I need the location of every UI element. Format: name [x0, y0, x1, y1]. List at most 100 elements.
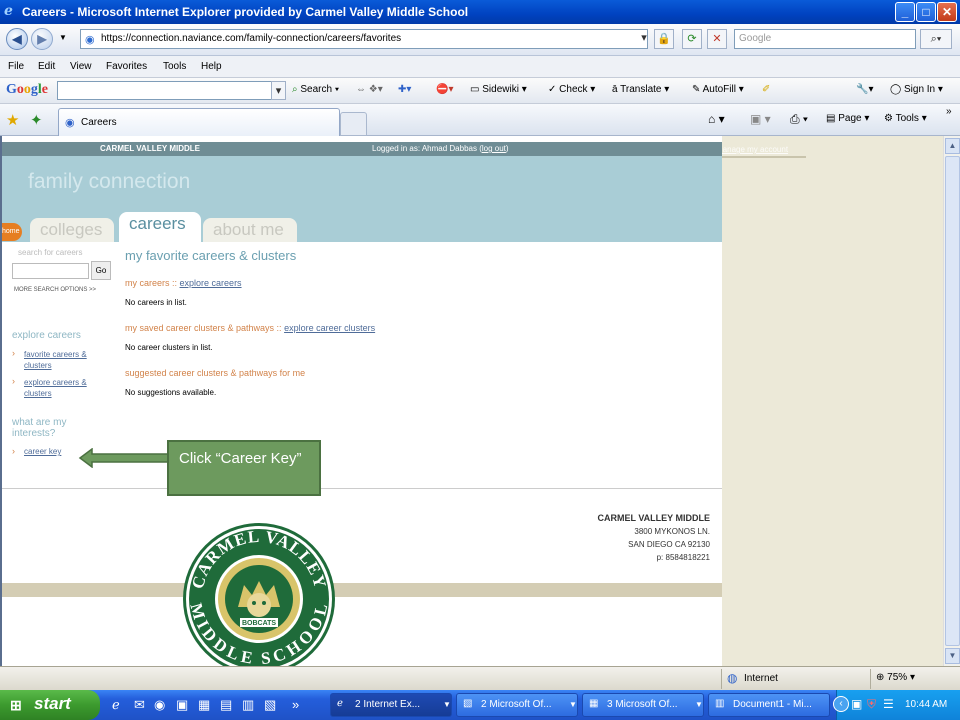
- menu-view[interactable]: View: [70, 61, 92, 72]
- task-microsoft-office-1[interactable]: 2 Microsoft Of... ▧ ▼: [456, 693, 578, 717]
- zoom-control[interactable]: ⊕ 75% ▾: [876, 672, 915, 683]
- refresh-button[interactable]: ⟳: [682, 29, 702, 49]
- menu-bar: File Edit View Favorites Tools Help: [0, 56, 960, 78]
- url-field[interactable]: ◉ https://connection.naviance.com/family…: [80, 29, 648, 49]
- quicklaunch-more-icon[interactable]: »: [292, 697, 299, 712]
- tray-network-icon[interactable]: ▣: [851, 697, 862, 711]
- tab-careers-page[interactable]: careers: [119, 212, 201, 244]
- divider: [870, 669, 871, 689]
- sidewiki-button[interactable]: ▭ Sidewiki ▾: [470, 84, 527, 95]
- menu-file[interactable]: File: [8, 61, 24, 72]
- task-internet-explorer[interactable]: 2 Internet Ex... ℯ ▼: [330, 693, 452, 717]
- back-button[interactable]: ◀: [6, 28, 28, 50]
- explore-careers-link[interactable]: explore careers: [180, 278, 242, 288]
- menu-help[interactable]: Help: [201, 61, 222, 72]
- start-button[interactable]: ⊞ start: [0, 690, 100, 720]
- maximize-button[interactable]: □: [916, 2, 936, 22]
- add-icon[interactable]: ✚▾: [398, 84, 411, 95]
- tab-careers[interactable]: ◉ Careers: [58, 108, 340, 136]
- home-tab[interactable]: home: [2, 223, 22, 241]
- tab-label: Careers: [81, 117, 117, 128]
- settings-wrench-icon[interactable]: 🔧▾: [856, 84, 873, 95]
- menu-tools[interactable]: Tools: [163, 61, 186, 72]
- translate-button[interactable]: ā Translate ▾: [612, 84, 669, 95]
- favorites-star-icon[interactable]: ★: [6, 111, 19, 129]
- quicklaunch-word-icon[interactable]: ▥: [242, 697, 254, 713]
- history-dropdown-icon[interactable]: ▼: [59, 33, 67, 42]
- chevron-down-icon: ▼: [569, 700, 577, 709]
- explore-careers-heading: explore careers: [12, 330, 81, 341]
- tray-expand-icon[interactable]: ‹: [833, 696, 849, 712]
- scroll-up-button[interactable]: ▲: [945, 138, 960, 154]
- page-menu[interactable]: ▤ Page ▾: [826, 113, 869, 124]
- tools-menu[interactable]: ⚙ Tools ▾: [884, 113, 927, 124]
- close-button[interactable]: ✕: [937, 2, 957, 22]
- tab-colleges[interactable]: colleges: [30, 218, 114, 244]
- quicklaunch-ie-icon[interactable]: ℯ: [112, 697, 120, 713]
- forward-button[interactable]: ▶: [31, 28, 53, 50]
- quicklaunch-excel-icon[interactable]: ▦: [198, 697, 210, 713]
- explore-clusters-link[interactable]: explore career clusters: [284, 323, 375, 333]
- more-search-options-link[interactable]: MORE SEARCH OPTIONS >>: [14, 287, 96, 293]
- sign-in-button[interactable]: ◯ Sign In ▾: [890, 84, 943, 95]
- saved-clusters-heading: my saved career clusters & pathways :: e…: [125, 323, 376, 333]
- tray-volume-icon[interactable]: ☰: [883, 697, 894, 711]
- logout-link[interactable]: log out: [482, 144, 506, 153]
- add-favorite-icon[interactable]: ✦: [30, 111, 43, 129]
- status-bar: ◍ Internet ⊕ 75% ▾: [0, 666, 960, 690]
- bookmarks-icon[interactable]: ⇔ ❖▾: [356, 84, 383, 95]
- lock-icon[interactable]: 🔒: [654, 29, 674, 49]
- footer-street: 3800 MYKONOS LN.: [634, 527, 710, 536]
- home-icon[interactable]: ⌂ ▾: [708, 112, 725, 126]
- search-go-button[interactable]: ⌕▾: [920, 29, 952, 49]
- footer-band: [2, 583, 722, 597]
- google-search-button[interactable]: ⌕ Search ▾: [292, 84, 339, 95]
- explore-careers-clusters-link[interactable]: explore careers & clusters: [24, 377, 104, 399]
- no-suggestions-text: No suggestions available.: [125, 388, 217, 397]
- right-panel: Manage my account: [716, 136, 943, 666]
- feeds-icon[interactable]: ▣ ▾: [750, 112, 771, 126]
- spellcheck-button[interactable]: ✓ Check ▾: [548, 84, 595, 95]
- divider: [721, 669, 722, 689]
- menu-edit[interactable]: Edit: [38, 61, 55, 72]
- quicklaunch-outlook-icon[interactable]: ✉: [134, 697, 145, 713]
- globe-icon: ◍: [727, 671, 738, 685]
- popup-blocker-icon[interactable]: ⛔▾: [436, 84, 453, 95]
- go-button[interactable]: Go: [91, 261, 111, 280]
- task-microsoft-office-2[interactable]: 3 Microsoft Of... ▦ ▼: [582, 693, 704, 717]
- scroll-down-button[interactable]: ▼: [945, 648, 960, 664]
- google-search-dropdown-icon[interactable]: ▾: [271, 81, 286, 100]
- vertical-scrollbar[interactable]: ▲ ▼: [943, 136, 960, 666]
- manage-account-link[interactable]: Manage my account: [716, 145, 788, 154]
- url-dropdown-icon[interactable]: ▾: [634, 29, 654, 49]
- print-icon[interactable]: ⎙ ▾: [790, 112, 808, 127]
- career-key-link[interactable]: career key: [24, 447, 61, 456]
- tray-security-icon[interactable]: ⛨: [867, 697, 876, 712]
- favorite-careers-link[interactable]: favorite careers & clusters: [24, 349, 104, 371]
- divider: [2, 488, 722, 489]
- system-tray: ‹ ▣ ⛨ ☰ 10:44 AM: [833, 690, 960, 720]
- excel-task-icon: ▦: [589, 698, 599, 709]
- quicklaunch-firefox-icon[interactable]: ◉: [154, 697, 165, 713]
- quicklaunch-powerpoint-icon[interactable]: ▧: [264, 697, 276, 713]
- chevron-more-icon[interactable]: »: [946, 106, 952, 117]
- my-careers-heading: my careers :: explore careers: [125, 278, 242, 288]
- new-tab-button[interactable]: [340, 112, 367, 136]
- google-logo[interactable]: Google: [6, 82, 48, 98]
- autofill-button[interactable]: ✎ AutoFill ▾: [692, 84, 744, 95]
- tab-about-me[interactable]: about me: [203, 218, 297, 244]
- google-search-input[interactable]: [57, 81, 285, 100]
- quicklaunch-access-icon[interactable]: ▤: [220, 697, 232, 713]
- highlight-icon[interactable]: ✐: [762, 84, 770, 95]
- scroll-thumb[interactable]: [945, 156, 960, 646]
- stop-button[interactable]: ✕: [707, 29, 727, 49]
- page-banner: family connection home colleges careers …: [2, 156, 722, 244]
- career-search-input[interactable]: [12, 263, 89, 279]
- minimize-button[interactable]: _: [895, 2, 915, 22]
- menu-favorites[interactable]: Favorites: [106, 61, 147, 72]
- task-document1[interactable]: Document1 - Mi... ▥: [708, 693, 830, 717]
- quicklaunch-app-icon[interactable]: ▣: [176, 697, 188, 713]
- tab-bar: ★ ✦ ◉ Careers ⌂ ▾ ▣ ▾ ⎙ ▾ ▤ Page ▾ ⚙ Too…: [0, 104, 960, 136]
- school-header-bar: CARMEL VALLEY MIDDLE Logged in as: Ahmad…: [2, 142, 722, 156]
- search-input[interactable]: Google: [734, 29, 916, 49]
